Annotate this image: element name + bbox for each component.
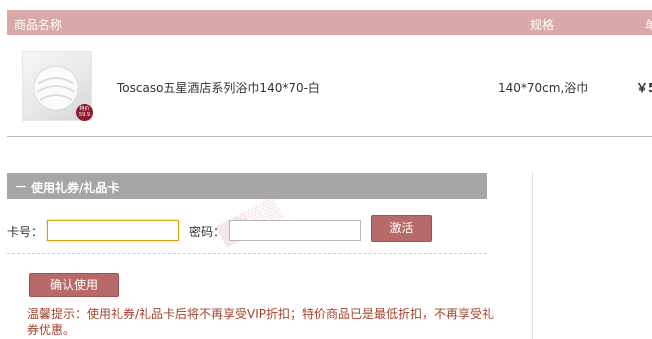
towel-image [33, 65, 79, 111]
badge-price: 59.9 [78, 111, 91, 118]
gift-card-section-header[interactable]: － 使用礼券/礼品卡 [7, 173, 487, 199]
product-thumbnail[interactable]: 特价 59.9 [22, 51, 93, 121]
product-price: ￥5 [636, 81, 652, 95]
password-input[interactable] [229, 220, 361, 241]
price-badge: 特价 59.9 [76, 104, 93, 121]
cart-item-row: 特价 59.9 Toscaso五星酒店系列浴巾140*70-白 140*70cm… [7, 36, 652, 137]
vertical-divider [532, 172, 533, 339]
activate-button[interactable]: 激活 [371, 215, 432, 242]
product-spec: 140*70cm,浴巾 [498, 81, 589, 95]
column-header-product-name: 商品名称 [14, 18, 63, 32]
dashed-separator [7, 253, 487, 254]
card-number-input[interactable] [47, 220, 179, 241]
confirm-use-button[interactable]: 确认使用 [29, 273, 119, 297]
cart-table-header: 商品名称 规格 单 [7, 10, 652, 35]
column-header-spec: 规格 [530, 18, 555, 32]
product-name-link[interactable]: Toscaso五星酒店系列浴巾140*70-白 [117, 79, 320, 96]
minus-icon[interactable]: － [15, 178, 27, 195]
card-number-label: 卡号： [7, 225, 44, 239]
gift-card-section-title: 使用礼券/礼品卡 [31, 181, 120, 195]
column-header-price: 单 [645, 18, 652, 32]
password-label: 密码： [189, 225, 226, 239]
gift-card-tip: 温馨提示：使用礼券/礼品卡后将不再享受VIP折扣；特价商品已是最低折扣，不再享受… [27, 307, 495, 337]
